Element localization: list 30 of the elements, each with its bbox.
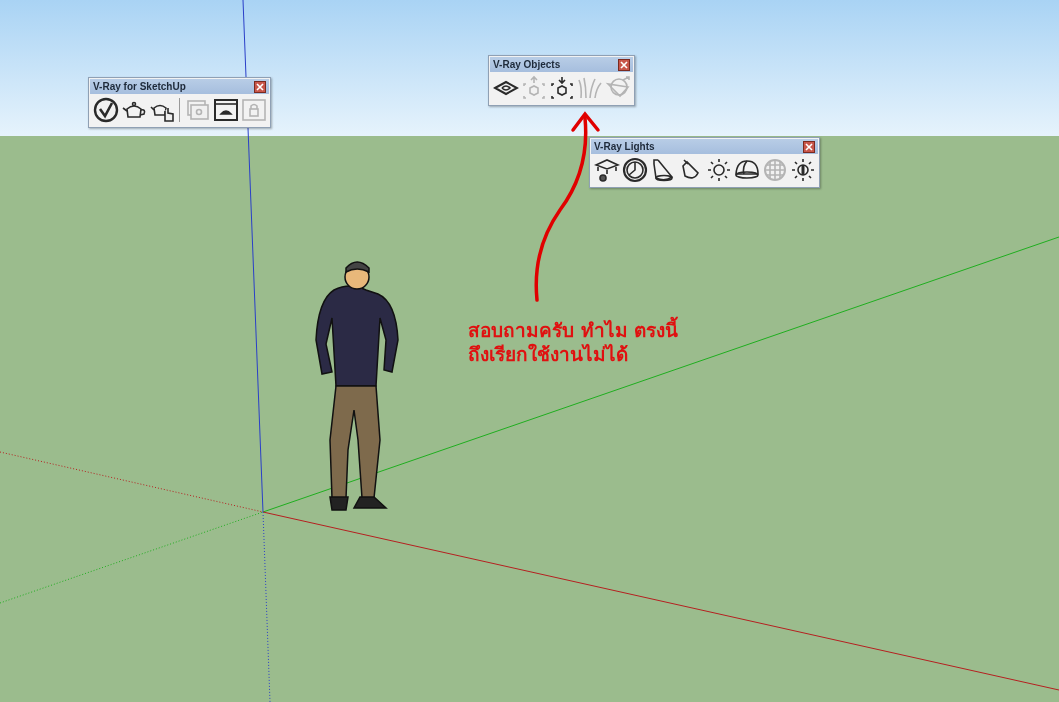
lock-icon [240, 97, 267, 123]
toolbar-title: V-Ray for SketchUp [93, 81, 186, 92]
boxup-icon [520, 75, 547, 101]
toolbar-button[interactable] [789, 156, 816, 184]
close-icon [805, 142, 813, 151]
toolbar-button[interactable] [548, 74, 575, 102]
close-icon [620, 60, 628, 69]
meshlight-icon [761, 157, 788, 183]
annotation-text: สอบถามครับ ทำไม ตรงนี้ [468, 318, 679, 342]
rectlight-icon [593, 157, 620, 183]
toolbar-title: V-Ray Objects [493, 59, 561, 70]
framebuffer-icon [212, 97, 239, 123]
toolbar-button[interactable] [593, 156, 620, 184]
omni-icon [705, 157, 732, 183]
boxdown-icon [548, 75, 575, 101]
frames-icon [184, 97, 211, 123]
close-button[interactable] [803, 140, 815, 153]
close-button[interactable] [618, 58, 630, 71]
grass-icon [576, 75, 603, 101]
logo-icon [92, 97, 119, 123]
close-button[interactable] [254, 80, 266, 93]
toolbar-button[interactable] [212, 96, 239, 124]
toolbar-button[interactable] [705, 156, 732, 184]
toolbar-button[interactable] [92, 96, 119, 124]
close-icon [256, 82, 264, 91]
annotation-text: ถึงเรียกใช้งานไม่ได้ [468, 342, 629, 366]
sun-icon [789, 157, 816, 183]
spherelight-icon [621, 157, 648, 183]
toolbar-title: V-Ray Lights [594, 141, 655, 152]
toolbar-button[interactable] [621, 156, 648, 184]
